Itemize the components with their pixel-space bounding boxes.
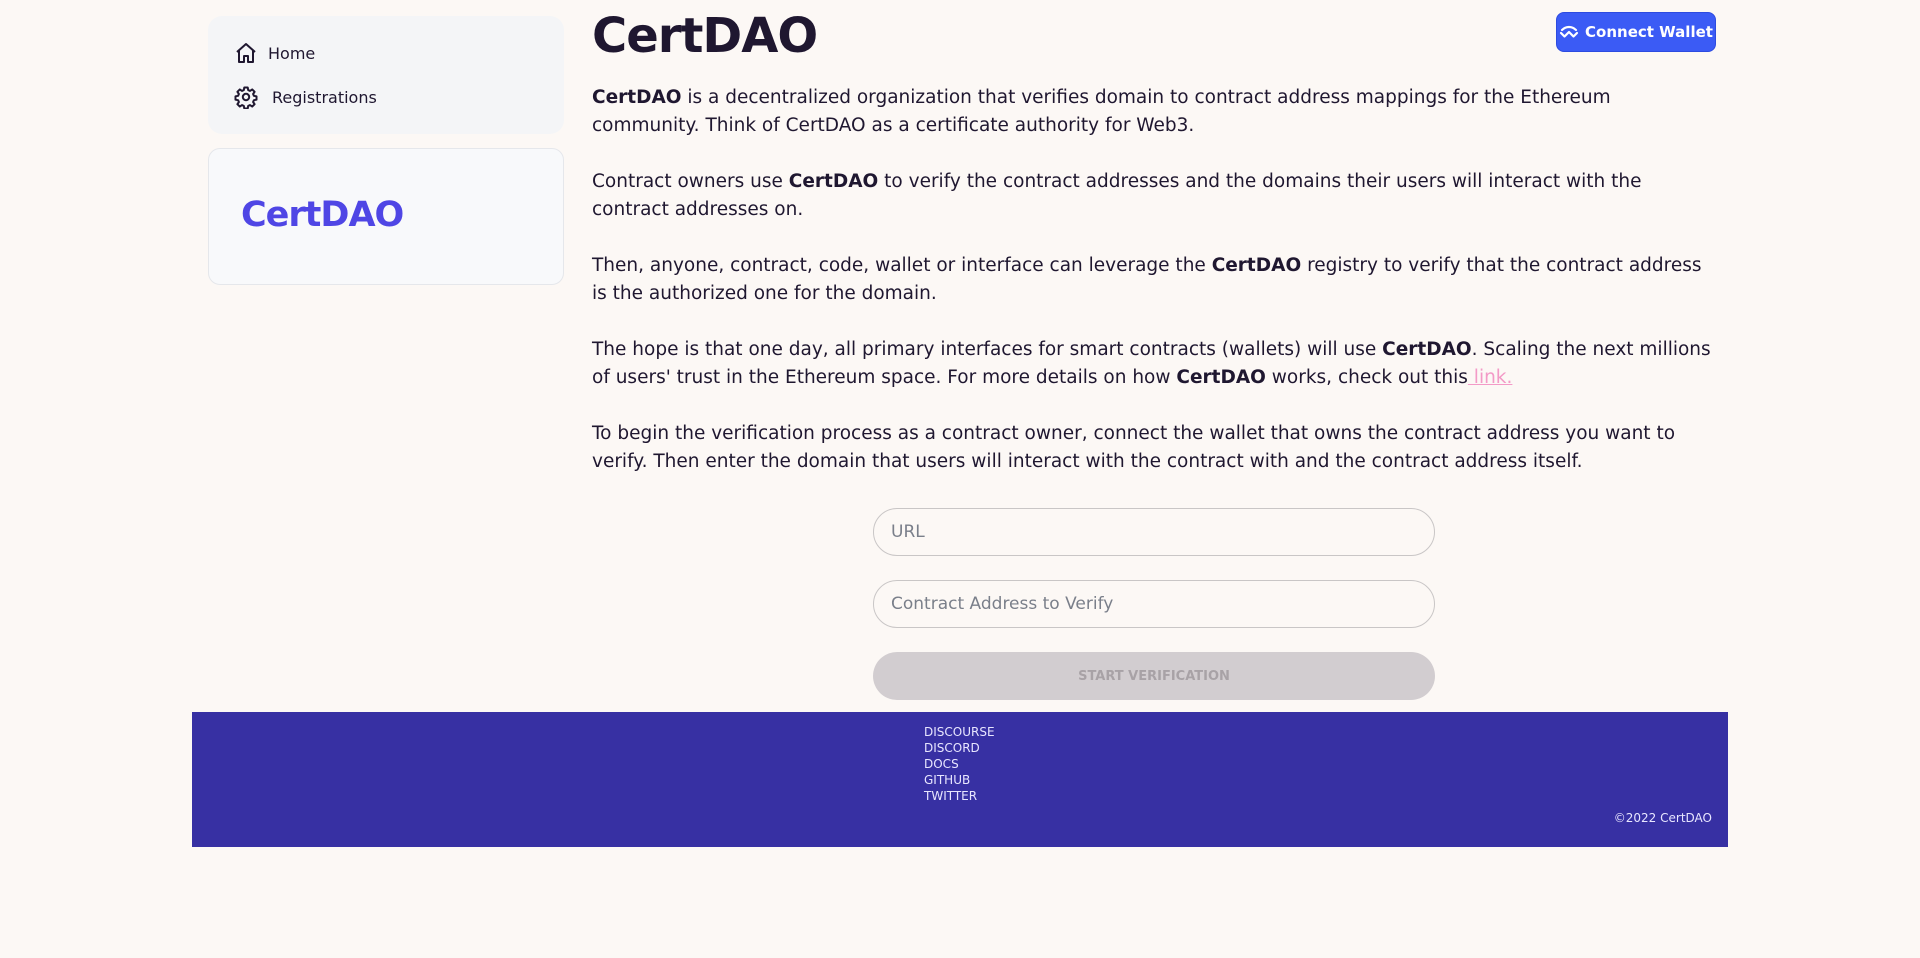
footer-link-discord[interactable]: DISCORD: [924, 740, 995, 756]
registry-paragraph: Then, anyone, contract, code, wallet or …: [592, 252, 1717, 308]
start-verification-button[interactable]: START VERIFICATION: [873, 652, 1435, 700]
owners-paragraph: Contract owners use CertDAO to verify th…: [592, 168, 1717, 224]
hope-paragraph: The hope is that one day, all primary in…: [592, 336, 1717, 392]
connect-wallet-label: Connect Wallet: [1585, 23, 1713, 41]
footer-links: DISCOURSE DISCORD DOCS GITHUB TWITTER: [924, 724, 995, 804]
sidebar-item-registrations[interactable]: Registrations: [234, 82, 377, 112]
footer-link-docs[interactable]: DOCS: [924, 756, 995, 772]
paragraph-text: To begin the verification process as a c…: [592, 423, 1676, 472]
paragraph-text: Then, anyone, contract, code, wallet or …: [592, 255, 1212, 276]
footer-link-github[interactable]: GITHUB: [924, 772, 995, 788]
url-input[interactable]: [873, 508, 1435, 556]
sidebar-item-label: Registrations: [272, 87, 377, 107]
home-icon: [236, 43, 256, 63]
intro-paragraph: CertDAO is a decentralized organization …: [592, 84, 1717, 140]
paragraph-text: Contract owners use: [592, 171, 789, 192]
brand-text: CertDAO: [1176, 367, 1266, 388]
page-title: CertDAO: [592, 8, 818, 64]
walletconnect-icon: [1559, 25, 1579, 38]
footer-link-twitter[interactable]: TWITTER: [924, 788, 995, 804]
paragraph-text: works, check out this: [1265, 367, 1468, 388]
brand-text: CertDAO: [592, 87, 682, 108]
brand-text: CertDAO: [788, 171, 879, 192]
sidebar-nav: Home Registrations: [208, 16, 564, 134]
intro-content: CertDAO is a decentralized organization …: [592, 84, 1717, 504]
copyright: ©2022 CertDAO: [1613, 811, 1712, 825]
brand-text: CertDAO: [1211, 255, 1302, 276]
brand-text: CertDAO: [1382, 339, 1472, 360]
contract-address-input[interactable]: [873, 580, 1435, 628]
connect-wallet-button[interactable]: Connect Wallet: [1556, 12, 1716, 52]
paragraph-text: is a decentralized organization that ver…: [592, 87, 1611, 136]
sidebar-item-label: Home: [268, 43, 316, 63]
sidebar-item-home[interactable]: Home: [234, 38, 315, 68]
details-link[interactable]: link.: [1468, 367, 1513, 388]
footer: DISCOURSE DISCORD DOCS GITHUB TWITTER ©2…: [192, 712, 1728, 847]
logo-card: CertDAO: [208, 148, 564, 285]
instructions-paragraph: To begin the verification process as a c…: [592, 420, 1717, 476]
footer-link-discourse[interactable]: DISCOURSE: [924, 724, 995, 740]
gear-icon: [234, 86, 258, 109]
paragraph-text: The hope is that one day, all primary in…: [592, 339, 1383, 360]
certdao-logo: CertDAO: [241, 195, 404, 235]
